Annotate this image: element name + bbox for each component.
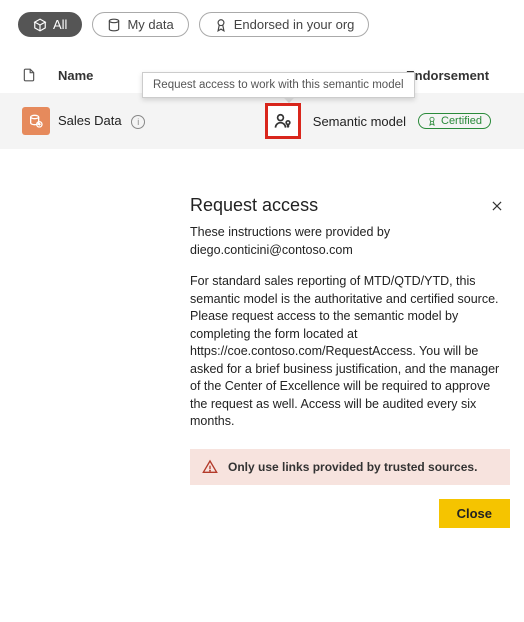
dataset-icon [22,107,50,135]
certified-badge: Certified [418,113,491,129]
tooltip: Request access to work with this semanti… [142,72,415,98]
dialog-provider: These instructions were provided by dieg… [190,224,510,259]
filter-label: Endorsed in your org [234,17,355,32]
request-access-button[interactable] [265,103,301,139]
table-row[interactable]: Sales Data i Semantic model Certified [0,93,524,149]
filter-pill-mydata[interactable]: My data [92,12,188,37]
dialog-instructions: For standard sales reporting of MTD/QTD/… [190,273,510,431]
ribbon-icon [427,116,437,126]
dataset-name[interactable]: Sales Data [58,113,122,128]
row-icon-cell [22,107,58,135]
close-button[interactable]: Close [439,499,510,528]
dialog-body: These instructions were provided by dieg… [190,224,510,485]
dataset-type: Semantic model [313,114,406,129]
column-icon [22,67,58,83]
warning-bar: Only use links provided by trusted sourc… [190,449,510,486]
close-icon[interactable] [484,197,510,215]
request-access-dialog: Request access These instructions were p… [190,195,510,528]
database-icon [107,18,121,32]
info-icon[interactable]: i [131,115,145,129]
row-endorsement-cell: Certified [406,113,506,129]
filter-pill-endorsed[interactable]: Endorsed in your org [199,12,370,37]
ribbon-icon [214,18,228,32]
badge-label: Certified [441,115,482,127]
filter-label: All [53,17,67,32]
tooltip-text: Request access to work with this semanti… [153,79,404,91]
warning-icon [202,459,218,475]
warning-text: Only use links provided by trusted sourc… [228,459,477,476]
cube-icon [33,18,47,32]
row-name-cell: Sales Data i [58,113,265,129]
dialog-title: Request access [190,195,318,216]
column-endorsement[interactable]: Endorsement [406,68,506,83]
filter-bar: All My data Endorsed in your org [0,0,524,45]
row-type-cell: Semantic model [265,103,406,139]
filter-pill-all[interactable]: All [18,12,82,37]
filter-label: My data [127,17,173,32]
